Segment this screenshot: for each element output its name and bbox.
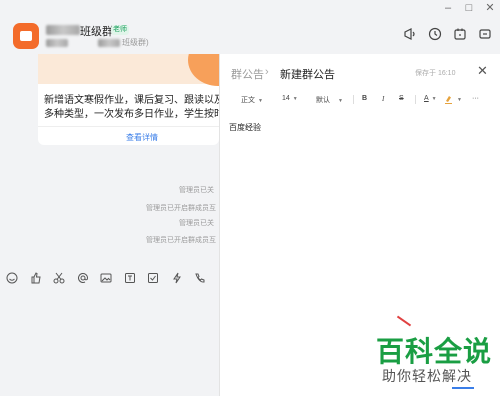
close-window-button[interactable]: ✕ bbox=[483, 1, 497, 15]
page-title: 新建群公告 bbox=[280, 69, 335, 81]
lightning-icon[interactable] bbox=[171, 272, 183, 284]
system-message: 管理员已关 bbox=[179, 220, 214, 227]
phone-icon[interactable] bbox=[194, 272, 206, 284]
mention-icon[interactable] bbox=[77, 272, 89, 284]
image-icon[interactable] bbox=[100, 272, 112, 284]
bold-button[interactable]: B bbox=[362, 95, 367, 102]
font-size-select[interactable]: 14 ▼ bbox=[282, 95, 298, 102]
calendar-icon[interactable] bbox=[453, 27, 467, 41]
highlighter-icon[interactable] bbox=[444, 95, 453, 104]
maximize-button[interactable]: □ bbox=[462, 1, 476, 15]
announcement-editor[interactable]: 百度经验 bbox=[229, 122, 261, 133]
role-badge: 老师 bbox=[111, 25, 129, 35]
redacted-subtitle bbox=[46, 39, 68, 47]
chevron-right-icon: › bbox=[265, 66, 269, 78]
group-subtitle: 班级群) bbox=[122, 38, 149, 47]
input-toolbar bbox=[0, 268, 219, 288]
card-line-1: 新增语文寒假作业，课后复习、跟读以及背 bbox=[44, 95, 219, 106]
redacted-name bbox=[46, 25, 80, 35]
clock-icon[interactable] bbox=[428, 27, 442, 41]
system-message: 管理员已开启群成员互 bbox=[146, 237, 216, 244]
font-family-select[interactable]: 默认 ▼ bbox=[316, 95, 343, 105]
card-line-2: 多种类型，一次发布多日作业，学生按时提 bbox=[44, 109, 219, 120]
chevron-down-icon: ▼ bbox=[338, 98, 343, 104]
watermark-underline bbox=[452, 387, 474, 389]
thumbs-up-icon[interactable] bbox=[30, 272, 42, 284]
title-bar: – □ ✕ bbox=[0, 0, 500, 18]
group-header: 班级群 老师 班级群) bbox=[0, 18, 500, 54]
redacted-subtitle-2 bbox=[98, 39, 120, 47]
group-settings-icon[interactable] bbox=[478, 27, 492, 41]
strikethrough-button[interactable]: S bbox=[399, 95, 404, 102]
chevron-down-icon: ▼ bbox=[431, 96, 437, 102]
megaphone-icon[interactable] bbox=[403, 27, 417, 41]
editor-toolbar: 正文 ▼ 14 ▼ 默认 ▼ B I S A ▼ ▼ ··· bbox=[220, 92, 500, 108]
text-box-icon[interactable] bbox=[124, 272, 136, 284]
text-color-button[interactable]: A ▼ bbox=[424, 95, 437, 102]
close-panel-button[interactable]: ✕ bbox=[477, 64, 488, 78]
homework-card[interactable]: 新增语文寒假作业，课后复习、跟读以及背 多种类型，一次发布多日作业，学生按时提 … bbox=[38, 54, 219, 145]
watermark-title: 百科全说 bbox=[376, 336, 493, 367]
chevron-down-icon[interactable]: ▼ bbox=[457, 97, 462, 103]
chevron-down-icon: ▼ bbox=[292, 96, 298, 102]
system-message: 管理员已开启群成员互 bbox=[146, 205, 216, 212]
chat-area: 新增语文寒假作业，课后复习、跟读以及背 多种类型，一次发布多日作业，学生按时提 … bbox=[0, 54, 219, 396]
card-banner bbox=[38, 54, 219, 86]
checkbox-icon[interactable] bbox=[147, 272, 159, 284]
chevron-down-icon: ▼ bbox=[258, 98, 263, 104]
watermark-subtitle: 助你轻松解决 bbox=[382, 368, 472, 384]
view-details-link[interactable]: 查看详情 bbox=[126, 132, 158, 143]
scissors-icon[interactable] bbox=[53, 272, 65, 284]
minimize-button[interactable]: – bbox=[441, 1, 455, 15]
system-message: 管理员已关 bbox=[179, 187, 214, 194]
emoji-icon[interactable] bbox=[6, 272, 18, 284]
paragraph-style-select[interactable]: 正文 ▼ bbox=[241, 95, 263, 105]
more-options-button[interactable]: ··· bbox=[472, 95, 479, 102]
save-status: 保存于 16:10 bbox=[415, 70, 456, 77]
breadcrumb-group-notice[interactable]: 群公告 bbox=[231, 66, 264, 82]
italic-button[interactable]: I bbox=[382, 95, 384, 103]
group-name[interactable]: 班级群 bbox=[80, 23, 113, 39]
group-avatar[interactable] bbox=[13, 23, 39, 49]
